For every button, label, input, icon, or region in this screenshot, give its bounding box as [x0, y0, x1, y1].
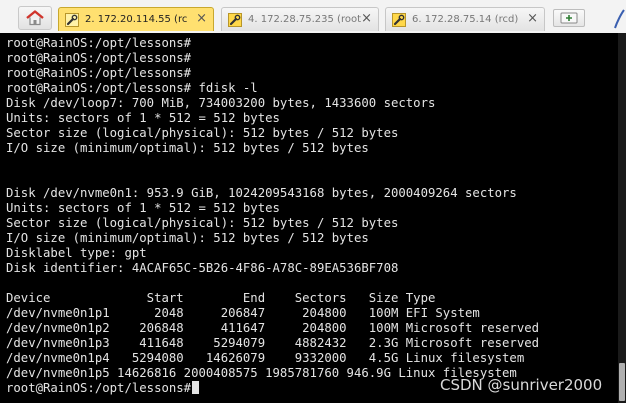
terminal-line: Units: sectors of 1 * 512 = 512 bytes [6, 111, 280, 125]
terminal-line: Units: sectors of 1 * 512 = 512 bytes [6, 201, 280, 215]
close-icon[interactable]: × [527, 12, 538, 26]
wrench-icon [228, 12, 242, 27]
wrench-icon [65, 12, 79, 27]
terminal-line: Disk /dev/loop7: 700 MiB, 734003200 byte… [6, 96, 436, 110]
watermark: CSDN @sunriver2000 [440, 376, 603, 394]
terminal-prompt: root@RainOS:/opt/lessons# [6, 381, 200, 396]
terminal-line: /dev/nvme0n1p4 5294080 14626079 9332000 … [6, 351, 525, 365]
terminal-line: Disklabel type: gpt [6, 246, 147, 260]
home-button[interactable] [18, 6, 52, 30]
terminal-line: root@RainOS:/opt/lessons# [6, 36, 192, 50]
scrollbar-thumb[interactable] [619, 363, 625, 401]
new-tab-icon [560, 12, 578, 24]
home-icon [26, 10, 44, 26]
tab-label: 2. 172.20.114.55 (rc [85, 14, 188, 25]
terminal-line: /dev/nvme0n1p3 411648 5294079 4882432 2.… [6, 336, 540, 350]
close-icon[interactable]: × [361, 12, 372, 26]
terminal-line: Disk /dev/nvme0n1: 953.9 GiB, 1024209543… [6, 186, 517, 200]
terminal-line: root@RainOS:/opt/lessons# [6, 51, 192, 65]
tab-session-4[interactable]: 4. 172.28.75.235 (root × [221, 7, 379, 31]
close-icon[interactable]: × [196, 12, 207, 26]
pen-icon[interactable] [612, 8, 626, 30]
tab-session-6[interactable]: 6. 172.28.75.14 (rcd) × [385, 7, 545, 31]
prompt-text: root@RainOS:/opt/lessons# [6, 381, 192, 395]
tab-session-2[interactable]: 2. 172.20.114.55 (rc × [58, 7, 214, 31]
tab-label: 4. 172.28.75.235 (root [248, 14, 362, 25]
terminal-line: /dev/nvme0n1p1 2048 206847 204800 100M E… [6, 306, 480, 320]
terminal-line: Sector size (logical/physical): 512 byte… [6, 126, 399, 140]
terminal-line: /dev/nvme0n1p2 206848 411647 204800 100M… [6, 321, 540, 335]
tab-label: 6. 172.28.75.14 (rcd) [412, 14, 519, 25]
terminal-line: root@RainOS:/opt/lessons# [6, 66, 192, 80]
cursor [192, 381, 200, 394]
terminal-line: Disk identifier: 4ACAF65C-5B26-4F86-A78C… [6, 261, 399, 275]
wrench-icon [392, 12, 406, 27]
terminal-output[interactable]: root@RainOS:/opt/lessons# root@RainOS:/op… [0, 33, 626, 403]
terminal-line: Sector size (logical/physical): 512 byte… [6, 216, 399, 230]
terminal-line: root@RainOS:/opt/lessons# fdisk -l [6, 81, 258, 95]
terminal-line: I/O size (minimum/optimal): 512 bytes / … [6, 141, 369, 155]
terminal-line: I/O size (minimum/optimal): 512 bytes / … [6, 231, 369, 245]
scrollbar[interactable] [618, 33, 626, 403]
terminal-line: Device Start End Sectors Size Type [6, 291, 436, 305]
new-tab-button[interactable] [553, 9, 585, 27]
tab-bar: 2. 172.20.114.55 (rc × 4. 172.28.75.235 … [0, 0, 626, 33]
